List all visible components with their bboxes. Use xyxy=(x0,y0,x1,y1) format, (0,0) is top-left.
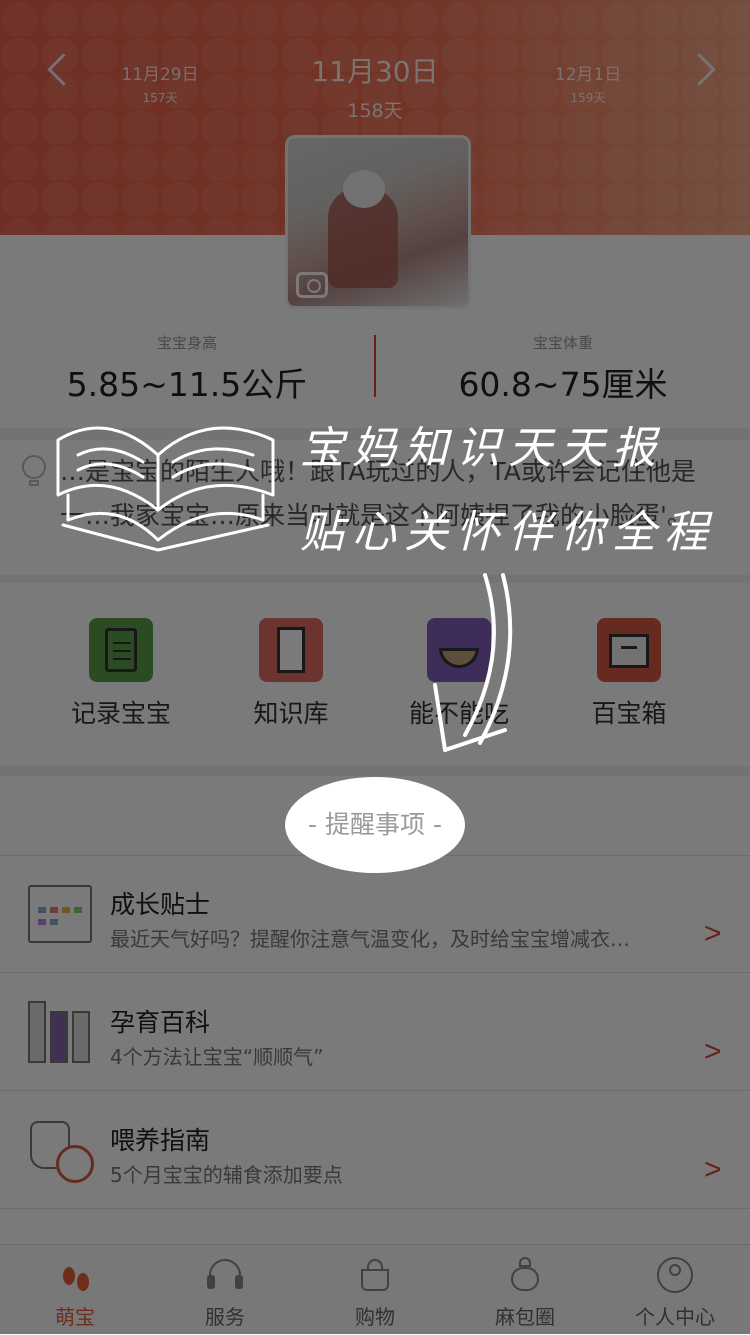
row-title: 孕育百科 xyxy=(110,1008,211,1037)
tab-service[interactable]: 服务 xyxy=(150,1255,300,1330)
jug-orange-icon xyxy=(26,1117,96,1183)
banner-line2: 贴心关怀伴你全程 xyxy=(300,507,716,558)
pointer-arrow-icon xyxy=(433,573,513,752)
chevron-right-icon: > xyxy=(704,1035,722,1068)
section-separator xyxy=(0,766,750,776)
current-day-days: 158天 xyxy=(347,100,403,122)
tool-knowledge[interactable]: 知识库 xyxy=(216,618,366,730)
tab-circle[interactable]: 麻包圈 xyxy=(450,1255,600,1330)
section-separator xyxy=(0,575,750,583)
tool-record-baby[interactable]: 记录宝宝 xyxy=(46,618,196,730)
tool-label: 百宝箱 xyxy=(591,699,667,728)
camera-icon[interactable] xyxy=(296,272,328,298)
lightbulb-icon xyxy=(22,455,50,489)
current-day-date: 11月30日 xyxy=(311,55,439,88)
row-subtitle: 4个方法让宝宝“顺顺气” xyxy=(110,1045,324,1069)
box-icon xyxy=(597,618,661,682)
chevron-right-icon: > xyxy=(704,917,722,950)
prev-day-date: 11月29日 xyxy=(121,65,199,85)
row-subtitle: 5个月宝宝的辅食添加要点 xyxy=(110,1163,343,1187)
tab-shopping[interactable]: 购物 xyxy=(300,1255,450,1330)
chevron-right-icon: > xyxy=(704,1153,722,1186)
next-day-arrow-icon[interactable] xyxy=(683,53,716,86)
next-day-days: 159天 xyxy=(570,91,606,105)
next-day[interactable]: 12月1日 159天 xyxy=(528,60,648,106)
basket-icon xyxy=(355,1255,395,1295)
spotlight-reminders-title: - 提醒事项 - xyxy=(308,810,442,839)
reminder-row-growth[interactable]: 成长贴士 最近天气好吗？提醒你注意气温变化，及时给宝宝增减衣… > xyxy=(0,857,750,973)
tab-label: 个人中心 xyxy=(635,1305,715,1329)
tab-profile[interactable]: 个人中心 xyxy=(600,1255,750,1330)
height-label: 宝宝身高 xyxy=(156,334,217,352)
user-icon xyxy=(655,1255,695,1295)
weight-label: 宝宝体重 xyxy=(532,334,593,352)
tab-baby[interactable]: 萌宝 xyxy=(0,1255,150,1330)
reminder-row-encyclopedia[interactable]: 孕育百科 4个方法让宝宝“顺顺气” > xyxy=(0,975,750,1091)
clipboard-icon xyxy=(89,618,153,682)
calendar-icon xyxy=(28,885,92,943)
tab-label: 萌宝 xyxy=(55,1305,95,1329)
row-subtitle: 最近天气好吗？提醒你注意气温变化，及时给宝宝增减衣… xyxy=(110,927,630,951)
bag-icon xyxy=(505,1255,545,1295)
binders-icon xyxy=(28,1001,94,1063)
reminder-row-feeding[interactable]: 喂养指南 5个月宝宝的辅食添加要点 > xyxy=(0,1093,750,1209)
tab-label: 服务 xyxy=(205,1305,245,1329)
open-book-icon xyxy=(56,426,275,552)
tab-label: 麻包圈 xyxy=(495,1305,555,1329)
photo-hat xyxy=(343,170,385,208)
row-title: 喂养指南 xyxy=(110,1126,211,1155)
footprints-icon xyxy=(55,1255,95,1295)
banner-line1: 宝妈知识天天报 xyxy=(300,423,664,474)
weight-value: 60.8~75厘米 xyxy=(458,365,668,404)
baby-photo[interactable] xyxy=(285,135,471,309)
tab-bar: 萌宝 服务 购物 麻包圈 个人中心 xyxy=(0,1244,750,1335)
prev-day[interactable]: 11月29日 157天 xyxy=(100,60,220,106)
tool-label: 知识库 xyxy=(253,699,329,728)
headset-icon xyxy=(205,1255,245,1295)
height-value: 5.85~11.5公斤 xyxy=(66,365,308,404)
tab-label: 购物 xyxy=(355,1305,395,1329)
row-title: 成长贴士 xyxy=(110,890,211,919)
stats-divider xyxy=(374,335,376,397)
current-day: 11月30日 158天 xyxy=(295,50,455,123)
document-icon xyxy=(259,618,323,682)
tool-treasure-box[interactable]: 百宝箱 xyxy=(554,618,704,730)
prev-day-days: 157天 xyxy=(142,91,178,105)
prev-day-arrow-icon[interactable] xyxy=(44,53,80,86)
tool-label: 记录宝宝 xyxy=(70,699,171,728)
next-day-date: 12月1日 xyxy=(554,65,622,85)
